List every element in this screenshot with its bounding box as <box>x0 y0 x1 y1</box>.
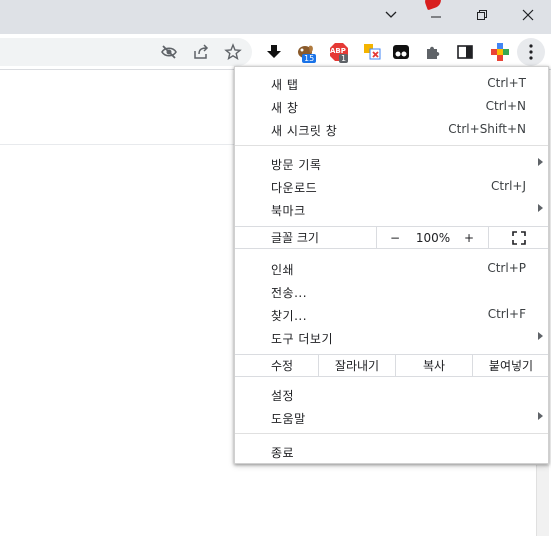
zoom-out-button[interactable]: − <box>385 227 405 248</box>
menu-item-print[interactable]: 인쇄 Ctrl+P <box>235 257 548 280</box>
extensions-button[interactable] <box>421 40 445 64</box>
adblock-extension[interactable]: ABP 1 <box>327 40 351 64</box>
eye-off-icon <box>161 45 177 59</box>
chrome-menu-button[interactable] <box>517 38 545 66</box>
menu-item-label: 찾기... <box>271 309 308 323</box>
star-icon <box>224 43 242 60</box>
cut-button[interactable]: 잘라내기 <box>319 355 395 376</box>
bookmark-star-button[interactable] <box>221 40 245 64</box>
row-divider <box>488 227 489 248</box>
shortcut-label: Ctrl+T <box>487 76 526 90</box>
shortcut-label: Ctrl+P <box>487 261 526 275</box>
download-ext-icon <box>267 45 281 58</box>
shortcut-label: Ctrl+J <box>491 179 526 193</box>
chevron-down-icon <box>385 11 397 18</box>
kebab-menu-icon <box>529 44 533 60</box>
submenu-arrow-icon <box>538 332 543 340</box>
edit-row: 수정 잘라내기 복사 붙여넣기 <box>235 354 548 377</box>
page-scrollbar[interactable] <box>536 465 549 536</box>
browser-toolbar: 15 ABP 1 <box>0 34 551 70</box>
squirrel-extension[interactable]: 15 <box>293 40 317 64</box>
menu-item-label: 종료 <box>271 446 295 460</box>
menu-item-label: 새 시크릿 창 <box>271 124 338 138</box>
extension-badge-count: 1 <box>339 54 349 63</box>
submenu-arrow-icon <box>538 158 543 166</box>
side-panel-button[interactable] <box>453 40 477 64</box>
shortcut-label: Ctrl+N <box>485 99 526 113</box>
menu-item-new-window[interactable]: 새 창 Ctrl+N <box>235 95 548 118</box>
address-bar[interactable] <box>0 38 252 66</box>
download-extension[interactable] <box>262 40 286 64</box>
menu-item-help[interactable]: 도움말 <box>235 406 548 429</box>
tracking-protection-button[interactable] <box>157 40 181 64</box>
menu-item-downloads[interactable]: 다운로드 Ctrl+J <box>235 175 548 198</box>
menu-item-more-tools[interactable]: 도구 더보기 <box>235 326 548 349</box>
chrome-main-menu: 새 탭 Ctrl+T 새 창 Ctrl+N 새 시크릿 창 Ctrl+Shift… <box>234 66 549 464</box>
puzzle-icon <box>427 46 440 59</box>
page-content-divider <box>0 144 234 145</box>
tampermonkey-extension[interactable] <box>389 40 413 64</box>
title-bar <box>0 0 551 34</box>
menu-separator <box>235 145 548 146</box>
menu-item-label: 도구 더보기 <box>271 332 334 346</box>
menu-item-label: 다운로드 <box>271 181 318 195</box>
row-divider <box>376 227 377 248</box>
menu-separator <box>235 433 548 434</box>
zoom-row: 글꼴 크기 − 100% + <box>235 226 548 249</box>
submenu-arrow-icon <box>538 412 543 420</box>
share-icon <box>194 44 209 59</box>
menu-item-label: 도움말 <box>271 412 306 426</box>
restore-icon <box>477 10 487 20</box>
minimize-icon <box>431 16 441 18</box>
menu-item-exit[interactable]: 종료 <box>235 440 548 463</box>
zoom-in-button[interactable]: + <box>459 227 479 248</box>
paste-button[interactable]: 붙여넣기 <box>473 355 549 376</box>
menu-item-label: 새 탭 <box>271 78 299 92</box>
menu-item-bookmarks[interactable]: 북마크 <box>235 198 548 221</box>
close-window-button[interactable] <box>505 0 551 30</box>
menu-item-new-tab[interactable]: 새 탭 Ctrl+T <box>235 72 548 95</box>
fullscreen-icon <box>512 230 526 245</box>
colorful-extension[interactable] <box>488 40 512 64</box>
colorful-ext-icon <box>491 43 509 61</box>
side-panel-icon <box>457 45 473 59</box>
edit-label: 수정 <box>271 359 294 373</box>
menu-item-incognito[interactable]: 새 시크릿 창 Ctrl+Shift+N <box>235 118 548 141</box>
menu-item-label: 새 창 <box>271 101 299 115</box>
extension-badge-count: 15 <box>302 54 317 63</box>
close-icon <box>522 9 534 21</box>
zoom-label: 글꼴 크기 <box>271 231 319 245</box>
translate-extension[interactable] <box>360 40 384 64</box>
share-button[interactable] <box>189 40 213 64</box>
tab-search-button[interactable] <box>368 0 414 30</box>
menu-item-find[interactable]: 찾기... Ctrl+F <box>235 303 548 326</box>
tampermonkey-icon <box>393 45 409 59</box>
submenu-arrow-icon <box>538 204 543 212</box>
zoom-level: 100% <box>415 230 451 245</box>
menu-item-label: 인쇄 <box>271 263 295 277</box>
translate-ext-icon <box>364 44 381 60</box>
menu-item-label: 방문 기록 <box>271 158 322 172</box>
menu-item-label: 북마크 <box>271 204 306 218</box>
menu-item-history[interactable]: 방문 기록 <box>235 152 548 175</box>
menu-item-label: 전송... <box>271 286 308 300</box>
menu-item-label: 설정 <box>271 389 295 403</box>
shortcut-label: Ctrl+Shift+N <box>448 122 526 136</box>
shortcut-label: Ctrl+F <box>487 307 526 321</box>
restore-button[interactable] <box>459 0 505 30</box>
copy-button[interactable]: 복사 <box>396 355 472 376</box>
menu-item-settings[interactable]: 설정 <box>235 383 548 406</box>
menu-item-cast[interactable]: 전송... <box>235 280 548 303</box>
fullscreen-button[interactable] <box>507 227 531 248</box>
